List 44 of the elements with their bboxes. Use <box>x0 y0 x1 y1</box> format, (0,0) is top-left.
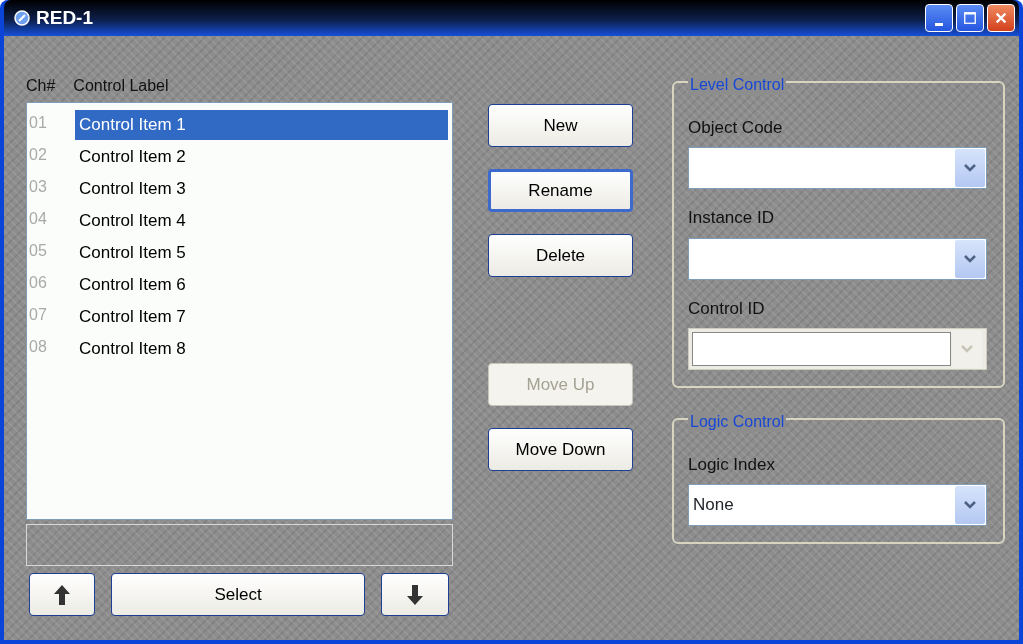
minimize-button[interactable] <box>925 4 953 32</box>
channel-number: 08 <box>29 337 48 357</box>
list-item[interactable]: Control Item 7 <box>75 302 448 332</box>
channel-number: 03 <box>29 177 48 197</box>
field-label: Instance ID <box>688 207 775 229</box>
window-title: RED-1 <box>36 5 93 30</box>
channel-number: 06 <box>29 273 48 293</box>
channel-number: 07 <box>29 305 48 325</box>
close-icon <box>994 10 1008 26</box>
list-item[interactable]: Control Item 3 <box>75 174 448 204</box>
action-button[interactable]: Delete <box>488 234 633 277</box>
select-button[interactable]: Select <box>111 573 365 616</box>
action-button[interactable]: New <box>488 104 633 147</box>
list-item[interactable]: Control Item 5 <box>75 238 448 268</box>
dropdown-field[interactable] <box>688 237 987 280</box>
field-label: Logic Index <box>688 453 776 476</box>
channel-number: 05 <box>29 241 48 261</box>
down-arrow-icon <box>406 583 424 606</box>
list-item[interactable]: Control Item 8 <box>75 334 448 364</box>
field-label: Object Code <box>688 116 784 139</box>
move-up-arrow-button[interactable] <box>29 573 95 616</box>
minimize-icon <box>935 22 943 26</box>
up-arrow-icon <box>53 583 71 606</box>
list-item[interactable]: Control Item 2 <box>75 142 448 172</box>
move-down-arrow-button[interactable] <box>381 573 449 616</box>
column-header: Ch# <box>26 76 56 94</box>
list-item[interactable]: Control Item 1 <box>75 110 448 140</box>
group-title: Logic Control <box>688 412 787 432</box>
action-button[interactable]: Rename <box>488 169 633 212</box>
list-item[interactable]: Control Item 4 <box>75 206 448 236</box>
channel-number: 01 <box>29 113 48 133</box>
list-item[interactable]: Control Item 6 <box>75 270 448 300</box>
group-title: Level Control <box>688 75 787 95</box>
channel-number: 02 <box>29 145 48 165</box>
action-button[interactable]: Move Down <box>488 428 633 471</box>
channel-number: 04 <box>29 209 48 229</box>
dropdown-field[interactable]: None <box>688 484 987 526</box>
app-icon <box>14 10 30 26</box>
maximize-button[interactable] <box>956 4 984 32</box>
maximize-icon <box>963 10 977 26</box>
column-header: Control Label <box>73 76 169 94</box>
field-label: Control ID <box>688 297 766 320</box>
close-button[interactable] <box>987 4 1015 32</box>
dropdown-field[interactable] <box>688 147 987 189</box>
